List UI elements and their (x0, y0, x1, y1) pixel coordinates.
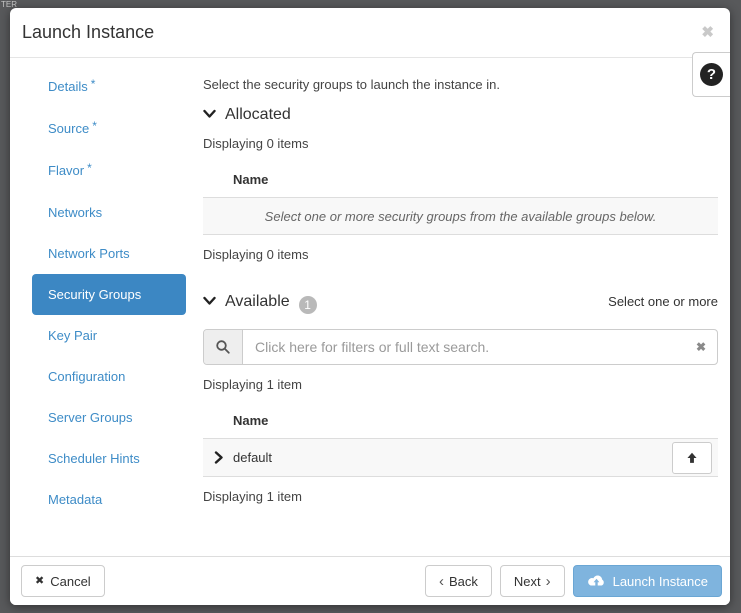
sidebar-item-security-groups[interactable]: Security Groups (32, 274, 186, 315)
sidebar-item-network-ports[interactable]: Network Ports (32, 233, 186, 274)
required-asterisk: * (92, 119, 97, 133)
sidebar-item-networks[interactable]: Networks (32, 192, 186, 233)
available-name-header: Name (203, 413, 718, 428)
cancel-x-icon: ✖ (35, 574, 44, 587)
allocated-title: Allocated (225, 106, 291, 124)
sidebar-item-label: Networks (48, 205, 102, 220)
sidebar-item-server-groups[interactable]: Server Groups (32, 397, 186, 438)
allocated-heading-main[interactable]: Allocated (203, 106, 291, 124)
table-row-default[interactable]: default (203, 438, 718, 477)
chevron-right-icon[interactable] (214, 451, 224, 467)
modal-title: Launch Instance (22, 22, 154, 43)
required-asterisk: * (87, 161, 92, 175)
allocated-heading: Allocated (203, 106, 718, 124)
required-asterisk: * (91, 77, 96, 91)
footer-right-group: ‹ Back Next › Launch Instance (425, 565, 722, 597)
sidebar-item-label: Source (48, 121, 89, 136)
chevron-down-icon (203, 293, 216, 311)
cancel-label: Cancel (50, 574, 90, 589)
sidebar-item-key-pair[interactable]: Key Pair (32, 315, 186, 356)
available-count-top: Displaying 1 item (203, 377, 718, 392)
chevron-left-icon: ‹ (439, 573, 444, 590)
sidebar-item-label: Flavor (48, 163, 84, 178)
next-button[interactable]: Next › (500, 565, 565, 597)
next-label: Next (514, 574, 541, 589)
arrow-up-icon (685, 451, 699, 465)
available-title: Available (225, 293, 290, 311)
launch-label: Launch Instance (613, 574, 708, 589)
security-groups-panel: Select the security groups to launch the… (203, 57, 718, 504)
panel-instruction: Select the security groups to launch the… (203, 77, 718, 92)
chevron-down-icon (203, 106, 216, 124)
sidebar-item-metadata[interactable]: Metadata (32, 479, 186, 520)
available-heading: Available 1 Select one or more (203, 293, 718, 311)
sidebar-item-source[interactable]: Source* (32, 108, 186, 150)
allocated-empty-row: Select one or more security groups from … (203, 197, 718, 235)
close-icon[interactable]: ✖ (701, 25, 714, 40)
help-icon: ? (700, 63, 723, 86)
sidebar-item-label: Metadata (48, 492, 102, 507)
search-input[interactable] (243, 330, 685, 364)
sidebar-item-label: Scheduler Hints (48, 451, 140, 466)
allocated-empty-message: Select one or more security groups from … (265, 209, 657, 224)
sidebar-item-label: Key Pair (48, 328, 97, 343)
sidebar-item-label: Network Ports (48, 246, 130, 261)
launch-instance-button[interactable]: Launch Instance (573, 565, 722, 597)
allocate-up-button[interactable] (672, 442, 712, 474)
sidebar-item-label: Details (48, 79, 88, 94)
wizard-sidebar: Details* Source* Flavor* Networks Networ… (10, 66, 202, 520)
sidebar-item-scheduler-hints[interactable]: Scheduler Hints (32, 438, 186, 479)
sidebar-item-label: Security Groups (48, 287, 141, 302)
back-label: Back (449, 574, 478, 589)
select-one-or-more-hint: Select one or more (608, 294, 718, 309)
cancel-button[interactable]: ✖ Cancel (21, 565, 105, 597)
launch-instance-modal: Launch Instance ✖ ? Details* Source* Fla… (10, 8, 730, 605)
back-button[interactable]: ‹ Back (425, 565, 492, 597)
available-heading-main[interactable]: Available 1 (203, 293, 317, 311)
available-count-bottom: Displaying 1 item (203, 489, 718, 504)
chevron-right-icon: › (546, 573, 551, 590)
available-count-badge: 1 (299, 296, 317, 314)
help-button[interactable]: ? (692, 52, 730, 97)
row-name: default (233, 450, 272, 465)
sidebar-item-details[interactable]: Details* (32, 66, 186, 108)
cloud-upload-icon (587, 574, 606, 588)
sidebar-item-label: Configuration (48, 369, 125, 384)
allocated-count-top: Displaying 0 items (203, 136, 718, 151)
sidebar-item-flavor[interactable]: Flavor* (32, 150, 186, 192)
search-icon[interactable] (204, 330, 243, 364)
sidebar-item-label: Server Groups (48, 410, 133, 425)
allocated-name-header: Name (203, 172, 718, 187)
sidebar-item-configuration[interactable]: Configuration (32, 356, 186, 397)
modal-footer: ✖ Cancel ‹ Back Next › Launch Instance (10, 556, 730, 605)
search-clear-icon[interactable]: ✖ (685, 330, 717, 364)
filter-search-bar: ✖ (203, 329, 718, 365)
modal-header: Launch Instance ✖ (10, 8, 730, 58)
allocated-count-bottom: Displaying 0 items (203, 247, 718, 262)
